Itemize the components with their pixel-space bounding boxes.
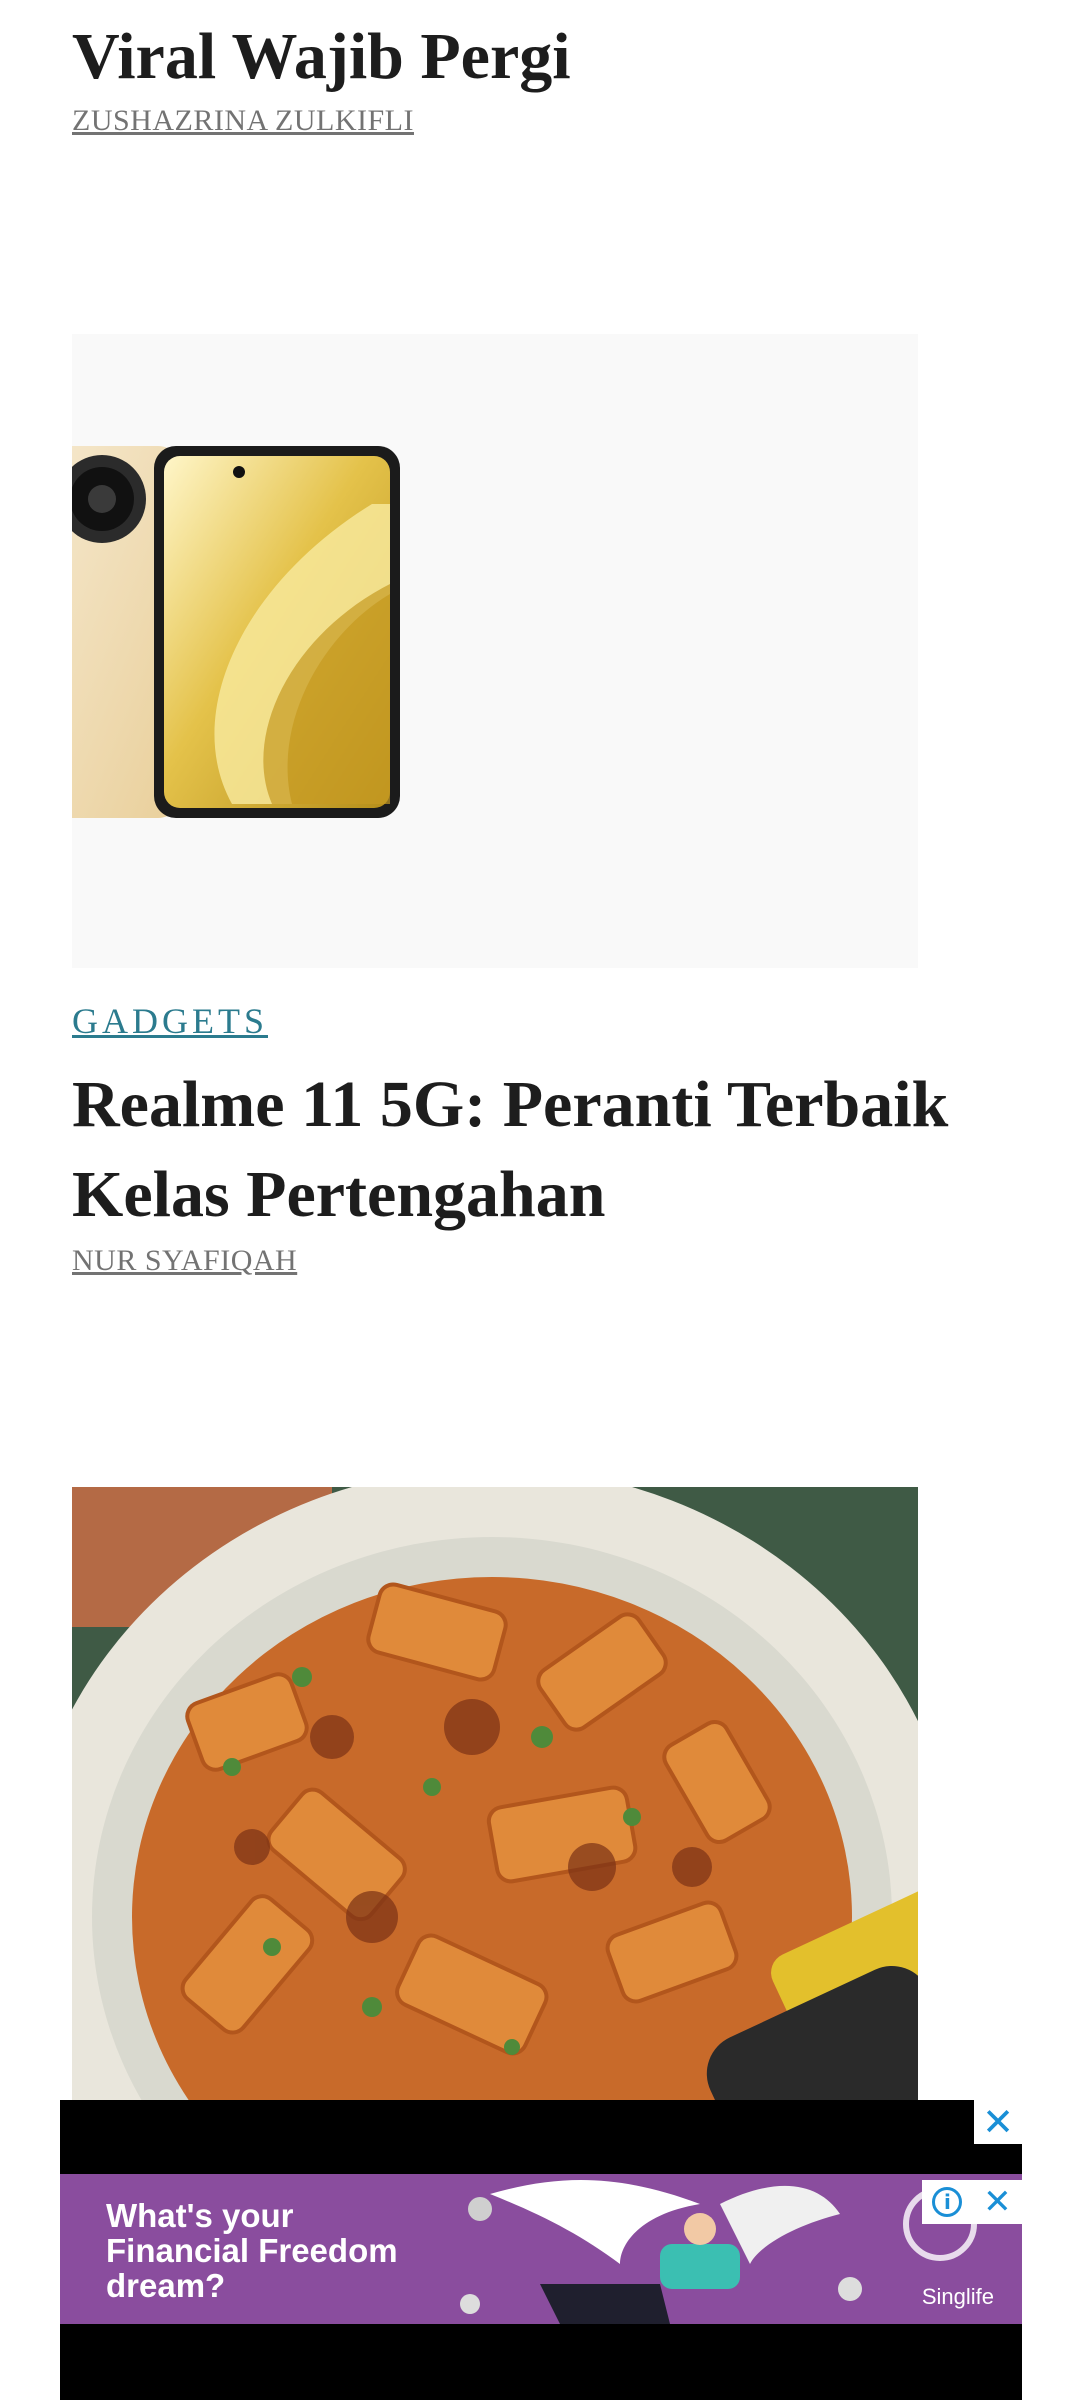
article-title-line: Kelas Pertengahan: [72, 1158, 606, 1231]
article-card[interactable]: GADGETS Realme 11 5G: Peranti Terbaik Ke…: [72, 1000, 972, 1278]
article-author[interactable]: NUR SYAFIQAH: [72, 1244, 297, 1278]
phone-image: [72, 446, 400, 818]
ad-brand-logo: Singlife: [921, 2284, 994, 2309]
article-category[interactable]: GADGETS: [72, 1000, 268, 1042]
pasta-image: [72, 1487, 918, 2107]
ad-container[interactable]: ✕ What's your Financial Freedom dream? i…: [60, 2100, 1022, 2400]
article-title[interactable]: Realme 11 5G: Peranti Terbaik Kelas Pert…: [72, 1060, 972, 1240]
ad-banner[interactable]: What's your Financial Freedom dream? i ✕…: [60, 2174, 1022, 2324]
article-thumbnail[interactable]: [72, 334, 918, 968]
article-title[interactable]: Viral Wajib Pergi: [72, 12, 571, 102]
article-thumbnail[interactable]: [72, 1487, 918, 2107]
ad-text-line: What's your: [106, 2197, 294, 2234]
close-icon[interactable]: ✕: [974, 2100, 1022, 2144]
ad-headline: What's your Financial Freedom dream?: [106, 2198, 526, 2303]
ad-text-line: Financial Freedom: [106, 2232, 398, 2269]
ad-controls: i ✕: [922, 2180, 1022, 2224]
article-author[interactable]: ZUSHAZRINA ZULKIFLI: [72, 104, 414, 138]
close-icon[interactable]: ✕: [983, 2182, 1012, 2222]
article-title-line: Realme 11 5G: Peranti Terbaik: [72, 1068, 949, 1141]
info-icon[interactable]: i: [932, 2187, 963, 2217]
ad-text-line: dream?: [106, 2267, 226, 2304]
